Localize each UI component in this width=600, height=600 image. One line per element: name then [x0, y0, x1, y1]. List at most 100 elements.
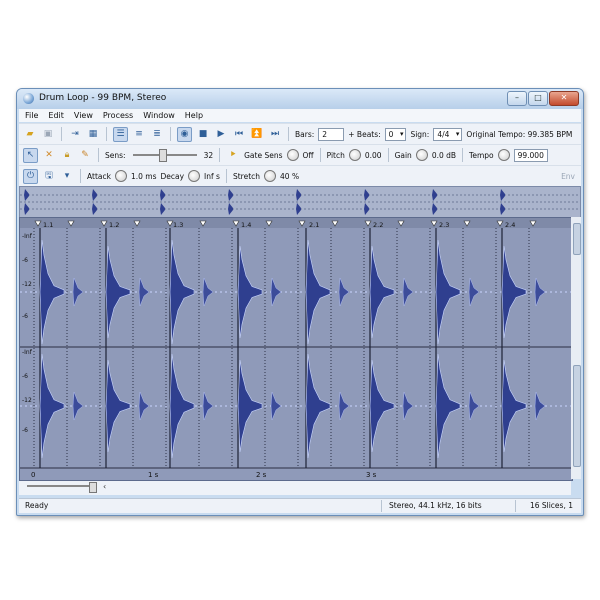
open-icon[interactable]: ▰	[23, 127, 37, 141]
app-window: Drum Loop - 99 BPM, Stereo – □ ✕ File Ed…	[16, 88, 584, 516]
db-scale-label: -6	[22, 373, 28, 380]
scroll-left-icon[interactable]: ‹	[103, 482, 106, 491]
go-end-icon[interactable]: ⏭	[268, 127, 282, 141]
tempo-input[interactable]: 99.000	[513, 148, 548, 162]
overview-transient	[24, 203, 29, 215]
overview-transient	[500, 189, 505, 201]
gate-sens-label: Gate Sens	[244, 150, 283, 160]
zoom-slider-thumb[interactable]	[89, 482, 97, 493]
maximize-button[interactable]: □	[528, 91, 548, 106]
attack-value: 1.0 ms	[130, 171, 157, 181]
window-title: Drum Loop - 99 BPM, Stereo	[39, 93, 167, 103]
view-lines-icon[interactable]: ≣	[150, 127, 164, 141]
time-axis-label: 2 s	[256, 471, 267, 479]
slice-label: 2.4	[505, 221, 515, 229]
gain-knob[interactable]	[415, 149, 428, 161]
overview-transient	[228, 203, 233, 215]
pencil-tool-icon[interactable]: ✎	[78, 148, 92, 162]
overview-transient	[432, 189, 437, 201]
play-icon[interactable]: ▶	[214, 127, 228, 141]
slice-label: 1.3	[173, 221, 183, 229]
record-icon[interactable]: ◉	[177, 126, 192, 142]
beats-select[interactable]: 0	[384, 127, 407, 141]
zoom-slider[interactable]	[27, 485, 93, 487]
pitch-knob[interactable]	[348, 149, 361, 161]
waveform-editor[interactable]: 1.1 1.2 1.3 1.4 2.1 2.2 2.3 2.4 -Inf -6 -12 -6 -Inf…	[19, 217, 573, 481]
zero-time-label: 0	[31, 471, 35, 479]
time-axis-label: 3 s	[366, 471, 377, 479]
stretch-knob[interactable]	[264, 170, 277, 182]
menu-window[interactable]: Window	[143, 109, 175, 122]
menu-bar: File Edit View Process Window Help	[19, 109, 581, 122]
sign-select[interactable]: 4/4	[433, 127, 463, 141]
overview-transient	[92, 189, 97, 201]
slice-label: 1.2	[109, 221, 119, 229]
overview-transient	[160, 189, 165, 201]
menu-edit[interactable]: Edit	[48, 109, 64, 122]
go-start-icon[interactable]: ⏮	[232, 127, 246, 141]
view-list-icon[interactable]: ☰	[113, 126, 128, 142]
sens-slider-thumb[interactable]	[158, 149, 167, 162]
stretch-value: 40 %	[280, 171, 300, 181]
app-icon	[23, 93, 34, 104]
decay-label: Decay	[160, 171, 185, 181]
split-icon[interactable]: ⇥	[68, 127, 82, 141]
overview-transient	[364, 203, 369, 215]
toolbar-transport: ▰ ▣ ⇥ ▦ ☰ ≡ ≣ ◉ ■ ▶ ⏮ ⏫ ⏭ Bars: 2 + Beat…	[19, 123, 581, 144]
overview-transient	[296, 189, 301, 201]
title-bar[interactable]: Drum Loop - 99 BPM, Stereo – □ ✕	[17, 89, 583, 109]
overview-transient	[228, 189, 233, 201]
vertical-scrollbar[interactable]	[571, 217, 581, 479]
overview-transient	[296, 203, 301, 215]
zoom-scroll-thumb[interactable]	[573, 365, 581, 467]
gain-value: 0.0 dB	[431, 150, 457, 160]
db-scale-label: -6	[22, 427, 28, 434]
gate-sens-knob[interactable]	[286, 149, 299, 161]
envelope-label: Env	[561, 171, 575, 181]
original-tempo-text: Original Tempo: 99.385 BPM	[466, 129, 573, 139]
bars-input[interactable]: 2	[318, 127, 345, 141]
db-scale-label: -6	[22, 257, 28, 264]
decay-knob[interactable]	[188, 170, 201, 182]
sens-slider[interactable]	[132, 149, 197, 162]
menu-process[interactable]: Process	[103, 109, 133, 122]
slice-label: 1.4	[241, 221, 251, 229]
go-marker-icon[interactable]: ⏫	[250, 127, 264, 141]
overview-transient	[432, 203, 437, 215]
gate-icon[interactable]: ⯈	[226, 148, 240, 162]
attack-knob[interactable]	[114, 170, 127, 182]
attack-label: Attack	[87, 171, 111, 181]
bars-label: Bars:	[295, 129, 315, 139]
overview-strip[interactable]	[19, 186, 581, 218]
overview-transient	[92, 203, 97, 215]
status-bar: Ready Stereo, 44.1 kHz, 16 bits 16 Slice…	[19, 498, 581, 513]
toolbar-detection: ↖ ✕ 🔒︎ ✎ Sens: 32 ⯈ Gate Sens Off Pitch …	[19, 144, 581, 165]
stop-icon[interactable]: ■	[196, 127, 210, 141]
save-envelope-icon[interactable]: 🖫︎	[42, 169, 56, 183]
overview-transient	[364, 189, 369, 201]
slice-label: 2.3	[439, 221, 449, 229]
close-button[interactable]: ✕	[549, 91, 579, 106]
power-icon[interactable]: ⏻	[23, 168, 38, 184]
time-axis-label: 1 s	[148, 471, 159, 479]
menu-view[interactable]: View	[74, 109, 93, 122]
save-icon[interactable]: ▣	[41, 127, 55, 141]
minimize-button[interactable]: –	[507, 91, 527, 106]
horizontal-scrollbar[interactable]: ‹	[19, 481, 571, 495]
gate-sens-value: Off	[302, 150, 314, 160]
pointer-tool-icon[interactable]: ↖	[23, 147, 38, 163]
waveform-display[interactable]: 1.1 1.2 1.3 1.4 2.1 2.2 2.3 2.4 -Inf -6 -12 -6 -Inf…	[20, 218, 572, 480]
beats-label: + Beats:	[348, 129, 381, 139]
tempo-knob[interactable]	[497, 149, 510, 161]
erase-tool-icon[interactable]: ✕	[42, 148, 56, 162]
chevron-down-icon[interactable]: ▾	[60, 169, 74, 183]
menu-help[interactable]: Help	[185, 109, 203, 122]
vertical-scroll-thumb[interactable]	[573, 223, 581, 255]
view-lanes-icon[interactable]: ≡	[132, 127, 146, 141]
db-scale-label: -12	[22, 281, 32, 288]
status-ready: Ready	[25, 501, 49, 510]
overview-transient	[160, 203, 165, 215]
menu-file[interactable]: File	[25, 109, 38, 122]
grid-icon[interactable]: ▦	[86, 127, 100, 141]
lock-icon[interactable]: 🔒︎	[60, 148, 74, 162]
